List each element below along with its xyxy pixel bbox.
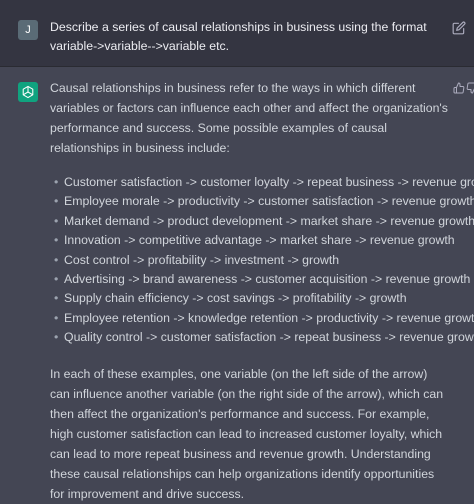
list-item-text: Quality control -> customer satisfaction… [64,330,474,345]
causal-examples-list: • Customer satisfaction -> customer loyal… [50,173,474,348]
bullet-icon: • [54,330,59,345]
list-item: • Customer satisfaction -> customer loyal… [50,173,474,192]
bullet-icon: • [54,272,59,287]
bullet-icon: • [54,233,59,248]
assistant-conclusion-paragraph: In each of these examples, one variable … [50,366,444,501]
list-item-text: Innovation -> competitive advantage -> m… [64,233,455,248]
assistant-intro-paragraph: Causal relationships in business refer t… [50,81,448,155]
bullet-icon: • [54,175,59,189]
bullet-icon: • [54,291,59,306]
list-item: • Supply chain efficiency -> cost savings… [50,289,450,308]
list-item-text: Market demand -> product development -> … [64,213,474,228]
list-item-text: Advertising -> brand awareness -> custom… [64,272,471,287]
list-item-text: Employee morale -> productivity -> custo… [64,194,474,209]
edit-icon[interactable] [452,21,466,35]
bullet-icon: • [54,194,59,209]
thumbs-up-icon[interactable] [453,82,465,94]
list-item-text: Customer satisfaction -> customer loyalt… [64,175,474,189]
list-item: • Cost control -> profitability -> invest… [50,251,450,270]
user-message-row: J Describe a series of causal relationsh… [0,0,474,67]
list-item: • Market demand -> product development ->… [50,212,474,231]
list-item-text: Supply chain efficiency -> cost savings … [64,291,407,306]
assistant-avatar [18,82,38,102]
thumbs-down-icon[interactable] [466,82,474,94]
list-item: • Quality control -> customer satisfactio… [50,328,474,347]
list-item: • Employee morale -> productivity -> cust… [50,192,474,211]
bullet-icon: • [54,252,59,267]
list-item: • Employee retention -> knowledge retenti… [50,309,474,328]
openai-logo-icon [22,85,34,99]
list-item-text: Employee retention -> knowledge retentio… [64,310,474,325]
assistant-message: Causal relationships in business refer t… [50,78,474,504]
list-item: • Innovation -> competitive advantage -> … [50,231,455,250]
list-item: • Advertising -> brand awareness -> custo… [50,270,470,289]
bullet-icon: • [54,213,59,228]
bullet-icon: • [54,310,59,325]
list-item-text: Cost control -> profitability -> investm… [64,252,340,267]
user-avatar: J [18,20,38,40]
user-message-text: Describe a series of causal relationship… [50,20,427,53]
